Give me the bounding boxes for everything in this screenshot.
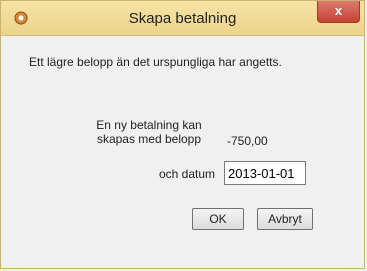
date-label: och datum: [159, 167, 216, 181]
window-title: Skapa betalning: [128, 10, 237, 27]
close-icon: x: [334, 3, 343, 18]
dialog-window: Skapa betalning x Ett lägre belopp än de…: [0, 0, 365, 269]
close-button[interactable]: x: [317, 1, 360, 23]
amount-value: -750,00: [227, 134, 268, 148]
date-field[interactable]: [224, 161, 306, 185]
ok-button[interactable]: OK: [192, 208, 244, 230]
dialog-content: Ett lägre belopp än det urspungliga har …: [9, 38, 356, 260]
title-bar[interactable]: Skapa betalning x: [1, 1, 364, 36]
message-text: Ett lägre belopp än det urspungliga har …: [29, 55, 282, 69]
new-payment-label: En ny betalning kan skapas med belopp: [96, 118, 202, 146]
cancel-button[interactable]: Avbryt: [257, 208, 313, 230]
